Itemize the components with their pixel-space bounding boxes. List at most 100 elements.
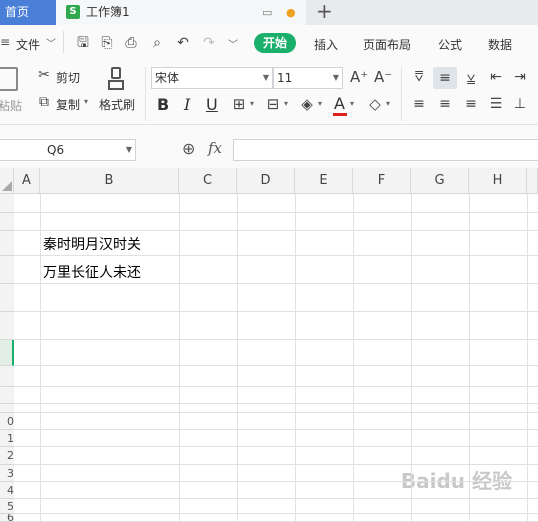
row-header[interactable]: 5	[0, 499, 14, 514]
cell-style-icon[interactable]: ⊟	[264, 96, 282, 112]
copy-button[interactable]: 复制	[56, 96, 80, 113]
column-header-G[interactable]: G	[411, 168, 469, 194]
border-icon[interactable]: ⊞	[230, 96, 248, 112]
menu-data[interactable]: 数据	[488, 36, 512, 53]
paste-icon[interactable]	[0, 67, 18, 91]
eraser-icon[interactable]: ◇	[366, 96, 384, 112]
format-painter-icon[interactable]	[108, 67, 124, 93]
font-color-icon[interactable]: A	[334, 94, 345, 113]
more-chevron-icon[interactable]: ﹀	[228, 36, 238, 51]
chevron-down-icon[interactable]: ▾	[250, 99, 254, 108]
chevron-down-icon: ▼	[125, 145, 132, 154]
row-header[interactable]	[0, 231, 14, 256]
undo-icon[interactable]: ↶	[174, 35, 192, 51]
hamburger-icon[interactable]: ≡	[0, 35, 10, 49]
chevron-down-icon[interactable]: ▾	[284, 99, 288, 108]
row-header[interactable]: 4	[0, 482, 14, 499]
chevron-down-icon[interactable]: ﹀	[46, 35, 56, 50]
row-header[interactable]: 6	[0, 514, 14, 522]
italic-button[interactable]: I	[184, 95, 190, 114]
bold-button[interactable]: B	[157, 95, 169, 114]
decrease-font-icon[interactable]: A⁻	[374, 69, 392, 85]
redo-icon[interactable]: ↷	[200, 35, 218, 51]
tab-home[interactable]: 首页	[0, 0, 56, 25]
row-header[interactable]	[0, 194, 14, 213]
row-header[interactable]	[0, 256, 14, 284]
divider	[145, 67, 146, 121]
font-color-swatch	[333, 113, 347, 116]
font-size-select[interactable]: 11 ▼	[273, 67, 343, 89]
column-header-B[interactable]: B	[40, 168, 179, 194]
grid-row-line	[14, 311, 538, 312]
row-header[interactable]: 2	[0, 447, 14, 465]
align-right-icon[interactable]: ≡	[461, 96, 481, 112]
cut-button[interactable]: 剪切	[56, 69, 80, 86]
menu-page-layout[interactable]: 页面布局	[363, 36, 411, 53]
row-header[interactable]	[0, 387, 14, 404]
cell-B4[interactable]: 万里长征人未还	[43, 262, 141, 282]
paste-label[interactable]: 粘贴	[0, 97, 22, 114]
grid-column-line	[469, 194, 470, 522]
print-preview-icon[interactable]: ⌕	[148, 35, 166, 51]
grid-row-line	[14, 481, 538, 482]
copy-dropdown-icon[interactable]: ▾	[84, 97, 88, 106]
tab-workbook[interactable]: S 工作簿1 ▭ ●	[56, 0, 306, 25]
name-box[interactable]: Q6 ▼	[0, 139, 136, 161]
fill-color-icon[interactable]: ◈	[298, 96, 316, 112]
chevron-down-icon: ▼	[262, 73, 269, 82]
tab-start[interactable]: 开始	[254, 33, 296, 53]
column-header-A[interactable]: A	[14, 168, 40, 194]
column-header-F[interactable]: F	[353, 168, 411, 194]
grid-row-line	[14, 230, 538, 231]
align-left-icon[interactable]: ≡	[409, 96, 429, 112]
row-header[interactable]	[0, 284, 14, 312]
grid-row-line	[14, 412, 538, 413]
fx-icon[interactable]: fx	[208, 139, 222, 157]
cell-B3[interactable]: 秦时明月汉时关	[43, 234, 141, 254]
formula-input[interactable]	[233, 139, 538, 161]
export-pdf-icon[interactable]: ⎘	[98, 35, 116, 51]
unsaved-dot-icon: ●	[286, 6, 296, 19]
row-header[interactable]: 1	[0, 430, 14, 447]
copy-icon[interactable]: ⧉	[36, 94, 52, 110]
row-header[interactable]: 3	[0, 465, 14, 482]
row-header[interactable]: 0	[0, 413, 14, 430]
tab-bar: 首页 S 工作簿1 ▭ ● +	[0, 0, 538, 25]
menu-insert[interactable]: 插入	[314, 36, 338, 53]
column-header-H[interactable]: H	[469, 168, 527, 194]
save-icon[interactable]: 🖫	[74, 35, 92, 51]
new-tab-button[interactable]: +	[316, 0, 333, 22]
align-middle-icon[interactable]: ≡	[433, 67, 457, 89]
justify-icon[interactable]: ☰	[486, 96, 506, 112]
font-name-select[interactable]: 宋体 ▼	[151, 67, 273, 89]
select-all-corner[interactable]	[0, 168, 14, 194]
distributed-icon[interactable]: ⊥	[510, 96, 530, 112]
monitor-icon[interactable]: ▭	[262, 0, 272, 25]
align-center-icon[interactable]: ≡	[435, 96, 455, 112]
column-header-D[interactable]: D	[237, 168, 295, 194]
menu-file[interactable]: 文件	[16, 36, 40, 53]
row-header[interactable]	[0, 340, 14, 366]
column-header-E[interactable]: E	[295, 168, 353, 194]
format-painter-button[interactable]: 格式刷	[99, 96, 135, 113]
zoom-icon[interactable]: ⊕	[182, 139, 195, 158]
print-icon[interactable]: ⎙	[122, 35, 140, 51]
scissors-icon[interactable]: ✂	[36, 67, 52, 83]
align-top-icon[interactable]: ⩢	[409, 69, 429, 85]
increase-indent-icon[interactable]: ⇥	[510, 69, 530, 85]
grid-row-line	[14, 365, 538, 366]
column-header-C[interactable]: C	[179, 168, 237, 194]
chevron-down-icon[interactable]: ▾	[318, 99, 322, 108]
menu-formula[interactable]: 公式	[438, 36, 462, 53]
underline-button[interactable]: U	[206, 95, 218, 114]
chevron-down-icon[interactable]: ▾	[350, 99, 354, 108]
row-header[interactable]	[0, 312, 14, 340]
align-bottom-icon[interactable]: ⩣	[461, 69, 481, 85]
row-header[interactable]	[0, 366, 14, 387]
row-header[interactable]	[0, 404, 14, 413]
decrease-indent-icon[interactable]: ⇤	[486, 69, 506, 85]
increase-font-icon[interactable]: A⁺	[350, 69, 368, 85]
chevron-down-icon[interactable]: ▾	[386, 99, 390, 108]
row-header[interactable]	[0, 213, 14, 231]
spreadsheet-grid[interactable]: 秦时明月汉时关 万里长征人未还 Baidu 经验 ABCDEFGH 0123456	[0, 168, 538, 522]
